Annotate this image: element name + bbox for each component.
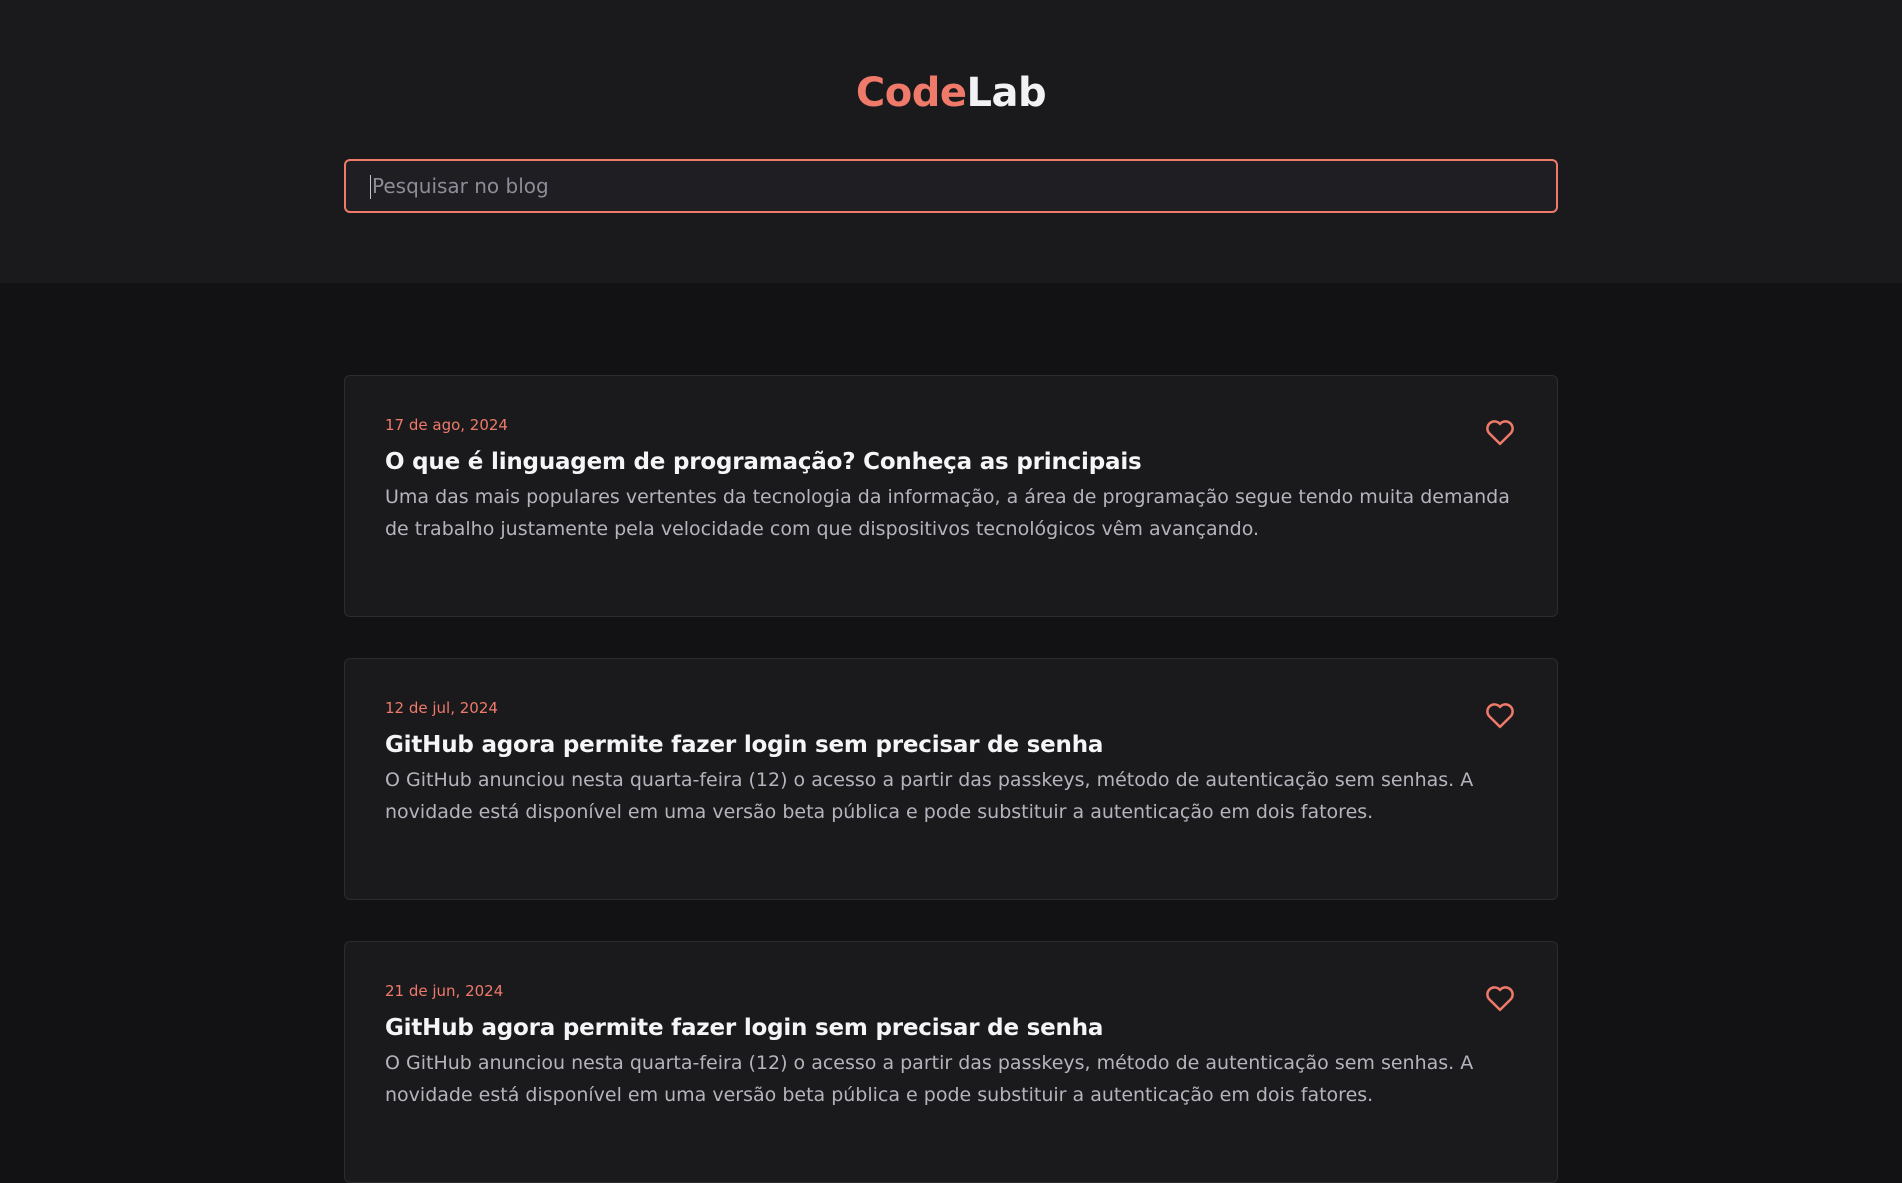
search-box[interactable] [344,159,1558,213]
post-date: 17 de ago, 2024 [385,416,508,434]
post-card[interactable]: 12 de jul, 2024 GitHub agora permite faz… [344,658,1558,900]
post-date: 21 de jun, 2024 [385,982,504,1000]
post-date: 12 de jul, 2024 [385,699,498,717]
site-logo[interactable]: CodeLab [0,68,1902,118]
post-title[interactable]: GitHub agora permite fazer login sem pre… [385,732,1103,758]
search-input[interactable] [370,173,1556,199]
heart-icon[interactable] [1485,984,1515,1012]
text-cursor [370,175,371,199]
heart-icon[interactable] [1485,418,1515,446]
site-header: CodeLab [0,0,1902,283]
logo-lab: Lab [966,70,1047,116]
post-excerpt: Uma das mais populares vertentes da tecn… [385,486,1510,540]
post-excerpt: O GitHub anunciou nesta quarta-feira (12… [385,1052,1474,1106]
post-title[interactable]: O que é linguagem de programação? Conheç… [385,449,1142,475]
heart-icon[interactable] [1485,701,1515,729]
post-card[interactable]: 21 de jun, 2024 GitHub agora permite faz… [344,941,1558,1183]
logo-code: Code [855,70,967,116]
post-card[interactable]: 17 de ago, 2024 O que é linguagem de pro… [344,375,1558,617]
post-title[interactable]: GitHub agora permite fazer login sem pre… [385,1015,1103,1041]
post-excerpt: O GitHub anunciou nesta quarta-feira (12… [385,769,1474,823]
